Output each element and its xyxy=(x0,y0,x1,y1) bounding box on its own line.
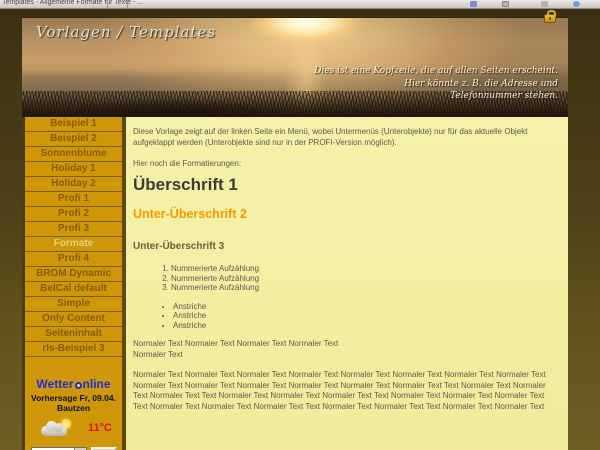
sidebar-menu: Beispiel 1Beispiel 2SonnenblumeHoliday 1… xyxy=(25,117,122,357)
sidebar-menu-item[interactable]: BROM Dynamic xyxy=(25,267,122,282)
numbered-list-item: Nummerierte Aufzählung xyxy=(171,264,558,274)
sidebar-menu-item[interactable]: Simple xyxy=(25,297,122,312)
layout-icon[interactable] xyxy=(502,1,509,7)
bullet-list-item: Anstriche xyxy=(173,311,558,321)
site-container: Vorlagen / Templates Dies ist eine Kopfz… xyxy=(22,17,568,450)
sidebar-menu-item[interactable]: Seiteninhalt xyxy=(25,327,122,342)
main-content: Diese Vorlage zeigt auf der linken Seite… xyxy=(126,117,568,450)
bullet-list: AnstricheAnstricheAnstriche xyxy=(133,302,558,331)
browser-tab-title: Templates - Allgemeine Formate für Texte… xyxy=(2,0,143,6)
lock-icon[interactable] xyxy=(544,14,556,23)
help-icon[interactable] xyxy=(573,1,580,7)
numbered-list-item: Nummerierte Aufzählung xyxy=(171,274,558,284)
forecast-city-label: Bautzen xyxy=(25,403,122,413)
sun-cloud-icon xyxy=(39,419,75,437)
heading-2: Unter-Überschrift 2 xyxy=(133,209,558,220)
numbered-list: Nummerierte AufzählungNummerierte Aufzäh… xyxy=(133,264,558,293)
sidebar-menu-item[interactable]: Profi 4 xyxy=(25,252,122,267)
sidebar-menu-item[interactable]: Profi 2 xyxy=(25,207,122,222)
normal-text-paragraph: Normaler Text Normaler Text Normaler Tex… xyxy=(133,339,558,360)
page-background: Vorlagen / Templates Dies ist eine Kopfz… xyxy=(0,9,600,450)
normal-text-line: Normaler Text xyxy=(133,350,558,361)
normal-text-line: Normaler Text Normaler Text Normaler Tex… xyxy=(133,339,558,350)
sun-o-icon xyxy=(75,382,82,389)
weather-widget: Wetter nline Vorhersage Fr, 09.04. Bautze… xyxy=(25,377,122,450)
header-tagline-line: Telefonnummer stehen. xyxy=(314,90,558,103)
sidebar-menu-item[interactable]: BelCal default xyxy=(25,282,122,297)
cloud-icon xyxy=(41,426,67,436)
screen: Templates - Allgemeine Formate für Texte… xyxy=(0,0,600,450)
tab-divider xyxy=(107,0,108,9)
formats-intro-paragraph: Hier noch die Formatierungen: xyxy=(133,159,558,170)
browser-titlebar: Templates - Allgemeine Formate für Texte… xyxy=(0,0,600,9)
header-tagline: Dies ist eine Kopfzeile, die auf allen S… xyxy=(314,65,558,103)
site-body: Beispiel 1Beispiel 2SonnenblumeHoliday 1… xyxy=(22,117,568,450)
heading-3: Unter-Überschrift 3 xyxy=(133,242,558,253)
sidebar-menu-item[interactable]: Profi 1 xyxy=(25,192,122,207)
brand-text-nline: nline xyxy=(83,377,111,391)
intro-paragraph: Diese Vorlage zeigt auf der linken Seite… xyxy=(133,127,558,148)
site-title: Vorlagen / Templates xyxy=(36,23,216,41)
forecast-date-label: Vorhersage Fr, 09.04. xyxy=(25,393,122,403)
weather-condition-row: 11°C xyxy=(25,413,122,441)
header-tagline-line: Dies ist eine Kopfzeile, die auf allen S… xyxy=(314,65,558,78)
numbered-list-item: Nummerierte Aufzählung xyxy=(171,283,558,293)
bullet-list-item: Anstriche xyxy=(173,321,558,331)
sidebar-menu-item[interactable]: Formate xyxy=(25,237,122,252)
heading-1: Überschrift 1 xyxy=(133,180,558,191)
tab-divider xyxy=(127,0,128,9)
print-icon[interactable] xyxy=(470,1,477,7)
sidebar-menu-item[interactable]: Beispiel 1 xyxy=(25,117,122,132)
sidebar: Beispiel 1Beispiel 2SonnenblumeHoliday 1… xyxy=(22,117,126,450)
sidebar-menu-item[interactable]: Beispiel 2 xyxy=(25,132,122,147)
bullet-list-item: Anstriche xyxy=(173,302,558,312)
sidebar-menu-item[interactable]: Holiday 2 xyxy=(25,177,122,192)
header-tagline-line: Hier könnte z. B. die Adresse und xyxy=(314,78,558,91)
temperature-label: 11°C xyxy=(88,422,112,434)
brand-text-wetter: Wetter xyxy=(36,377,73,391)
long-text-paragraph: Normaler Text Normaler Text Normaler Tex… xyxy=(133,370,558,412)
sidebar-menu-item[interactable]: Profi 3 xyxy=(25,222,122,237)
sidebar-menu-item[interactable]: Only Content xyxy=(25,312,122,327)
sidebar-menu-item[interactable]: rls-Beispiel 3 xyxy=(25,342,122,357)
header-banner: Vorlagen / Templates Dies ist eine Kopfz… xyxy=(22,17,568,117)
sidebar-menu-item[interactable]: Sonnenblume xyxy=(25,147,122,162)
sidebar-menu-item[interactable]: Holiday 1 xyxy=(25,162,122,177)
wetteronline-logo[interactable]: Wetter nline xyxy=(25,377,122,391)
window-icon[interactable] xyxy=(541,1,548,7)
